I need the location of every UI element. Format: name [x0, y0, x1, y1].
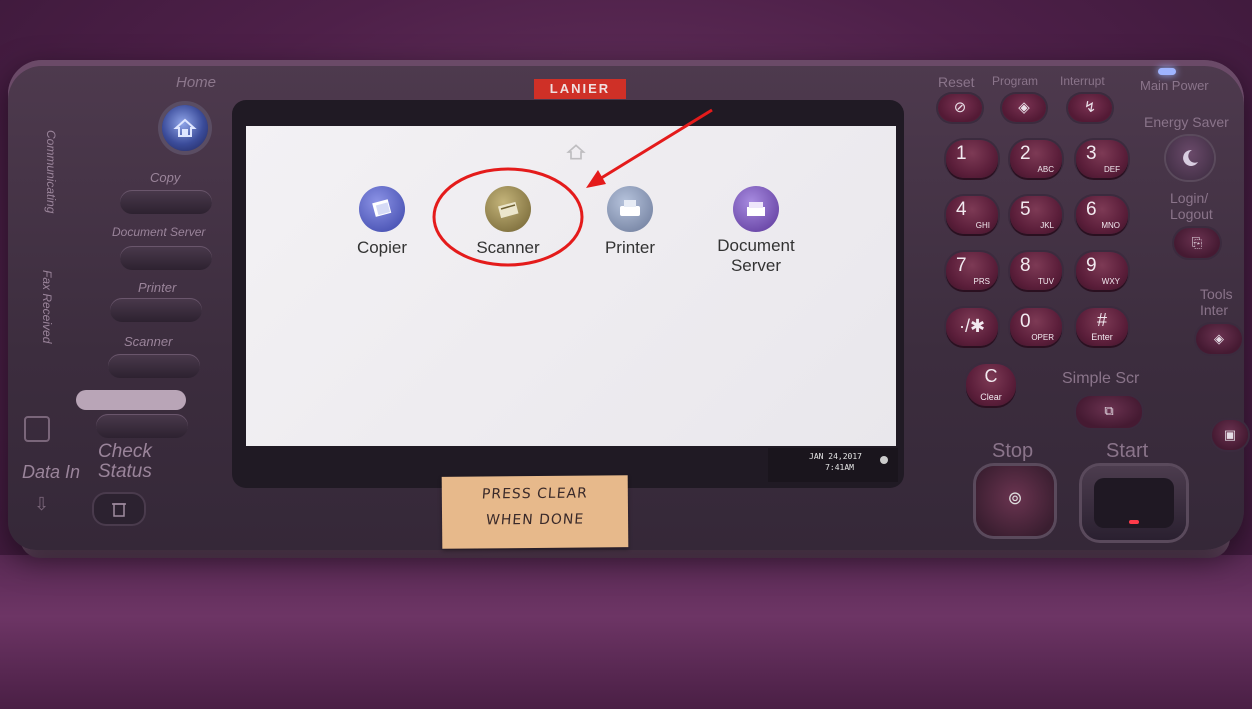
arrow-line [597, 108, 713, 182]
arrow-head [586, 170, 606, 188]
highlight-circle [432, 167, 584, 267]
annotation-overlay [432, 108, 713, 267]
